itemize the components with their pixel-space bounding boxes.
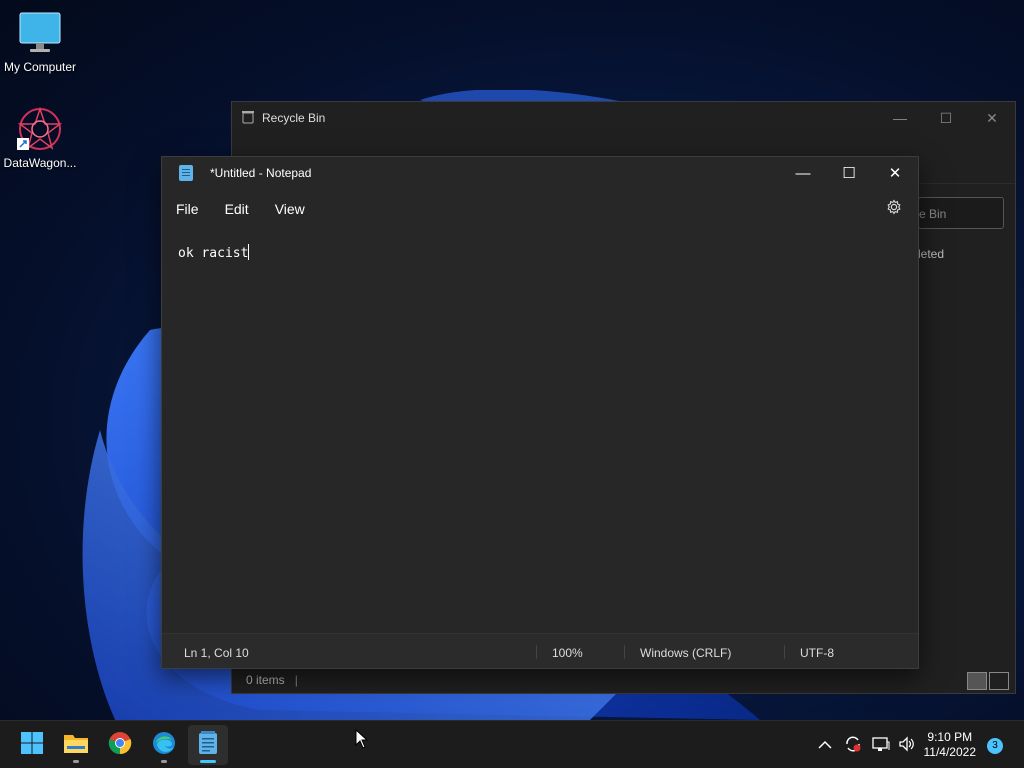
datawagon-logo-icon <box>17 106 63 152</box>
show-hidden-icons-chevron-up-icon[interactable] <box>818 738 832 753</box>
minimize-button[interactable]: — <box>877 102 923 134</box>
notepad-statusbar: Ln 1, Col 10 100% Windows (CRLF) UTF-8 <box>162 633 918 668</box>
start-icon <box>20 731 44 760</box>
taskbar-file-explorer[interactable] <box>56 725 96 765</box>
line-ending: Windows (CRLF) <box>640 646 732 660</box>
start-button[interactable] <box>12 725 52 765</box>
status-divider <box>536 645 537 659</box>
chrome-icon <box>108 731 132 760</box>
text-caret <box>248 244 250 260</box>
status-divider <box>784 645 785 659</box>
status-divider <box>624 645 625 659</box>
close-button[interactable]: ✕ <box>969 102 1015 134</box>
notepad-icon <box>198 730 218 760</box>
window-title: *Untitled - Notepad <box>210 166 312 180</box>
menu-edit[interactable]: Edit <box>225 201 249 217</box>
view-toggle <box>967 672 1009 690</box>
window-controls: — ☐ ✕ <box>780 157 918 189</box>
monitor-icon <box>17 10 63 56</box>
sync-error-icon[interactable] <box>844 735 862 756</box>
search-placeholder: e Bin <box>919 207 947 221</box>
window-title: Recycle Bin <box>262 111 326 125</box>
system-tray <box>818 721 916 768</box>
recycle-bin-icon <box>242 110 254 127</box>
running-indicator <box>73 760 79 763</box>
clock-date: 11/4/2022 <box>923 745 977 759</box>
close-button[interactable]: ✕ <box>872 157 918 189</box>
edge-icon <box>152 731 176 760</box>
status-divider: | <box>294 673 298 687</box>
menu-file[interactable]: File <box>176 201 199 217</box>
empty-folder-message: leted <box>918 247 945 261</box>
desktop-icon-label: DataWagon... <box>3 156 77 170</box>
running-indicator <box>161 760 167 763</box>
large-icons-view-icon[interactable] <box>989 672 1009 690</box>
clock-time: 9:10 PM <box>927 730 973 744</box>
search-input[interactable]: e Bin <box>918 197 1004 229</box>
menu-view[interactable]: View <box>275 201 305 217</box>
cursor-position: Ln 1, Col 10 <box>184 646 249 660</box>
minimize-button[interactable]: — <box>780 157 826 189</box>
network-icon[interactable] <box>872 736 890 755</box>
notepad-window: *Untitled - Notepad — ☐ ✕ File Edit View… <box>161 156 919 669</box>
editor-content: ok racist <box>178 246 249 261</box>
details-view-icon[interactable] <box>967 672 987 690</box>
zoom-level: 100% <box>552 646 583 660</box>
maximize-button[interactable]: ☐ <box>826 157 872 189</box>
recycle-bin-statusbar: 0 items | <box>232 667 1015 693</box>
encoding: UTF-8 <box>800 646 834 660</box>
mouse-cursor-icon <box>355 729 369 749</box>
item-count: 0 items <box>246 673 285 687</box>
desktop-icon-label: My Computer <box>3 60 77 74</box>
settings-gear-icon[interactable] <box>886 199 904 217</box>
taskbar-chrome[interactable] <box>100 725 140 765</box>
maximize-button[interactable]: ☐ <box>923 102 969 134</box>
taskbar-edge[interactable] <box>144 725 184 765</box>
menu-bar: File Edit View <box>162 189 918 229</box>
text-editor[interactable]: ok racist <box>162 229 918 635</box>
taskbar: 9:10 PM 11/4/2022 3 <box>0 720 1024 768</box>
volume-icon[interactable] <box>898 735 916 755</box>
desktop-icon-my-computer[interactable]: My Computer <box>0 10 80 74</box>
active-indicator <box>200 760 216 763</box>
taskbar-notepad[interactable] <box>188 725 228 765</box>
file-explorer-icon <box>63 732 89 759</box>
notification-badge[interactable]: 3 <box>987 738 1003 754</box>
clock[interactable]: 9:10 PM 11/4/2022 <box>924 730 977 760</box>
desktop-icon-datawagon[interactable]: DataWagon... <box>0 106 80 170</box>
notepad-app-icon <box>179 165 193 181</box>
